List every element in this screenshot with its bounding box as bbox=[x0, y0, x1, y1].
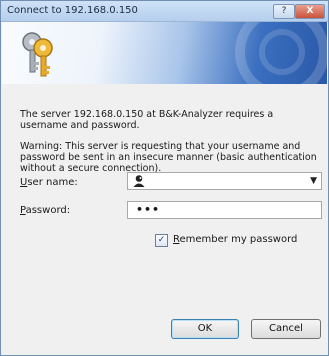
dialog-body: The server 192.168.0.150 at B&K-Analyzer… bbox=[1, 85, 328, 355]
dialog-banner bbox=[2, 22, 327, 84]
banner-decoration bbox=[235, 22, 327, 84]
password-label-text: assword: bbox=[25, 205, 71, 216]
cancel-button[interactable]: Cancel bbox=[251, 319, 321, 339]
window-title: Connect to 192.168.0.150 bbox=[7, 5, 138, 16]
keys-icon bbox=[22, 32, 53, 77]
username-combobox[interactable]: ▼ bbox=[127, 172, 322, 190]
login-dialog: Connect to 192.168.0.150 ? X The server … bbox=[0, 0, 329, 356]
title-bar[interactable]: Connect to 192.168.0.150 ? X bbox=[1, 1, 328, 22]
password-label: Password: bbox=[20, 205, 70, 216]
server-message: The server 192.168.0.150 at B&K-Analyzer… bbox=[20, 109, 274, 131]
username-label: User name: bbox=[20, 177, 78, 188]
close-button[interactable]: X bbox=[295, 4, 325, 19]
password-field[interactable]: ••• bbox=[127, 201, 322, 219]
remember-label-text: emember my password bbox=[179, 234, 298, 245]
username-label-text: ser name: bbox=[27, 177, 78, 188]
security-warning: Warning: This server is requesting that … bbox=[20, 141, 317, 174]
remember-label[interactable]: Remember my password bbox=[173, 234, 297, 245]
chevron-down-icon[interactable]: ▼ bbox=[310, 176, 317, 186]
ok-button[interactable]: OK bbox=[171, 319, 239, 339]
remember-checkbox[interactable]: ✓ bbox=[155, 234, 168, 247]
help-button[interactable]: ? bbox=[273, 4, 295, 19]
user-account-icon bbox=[133, 175, 145, 187]
